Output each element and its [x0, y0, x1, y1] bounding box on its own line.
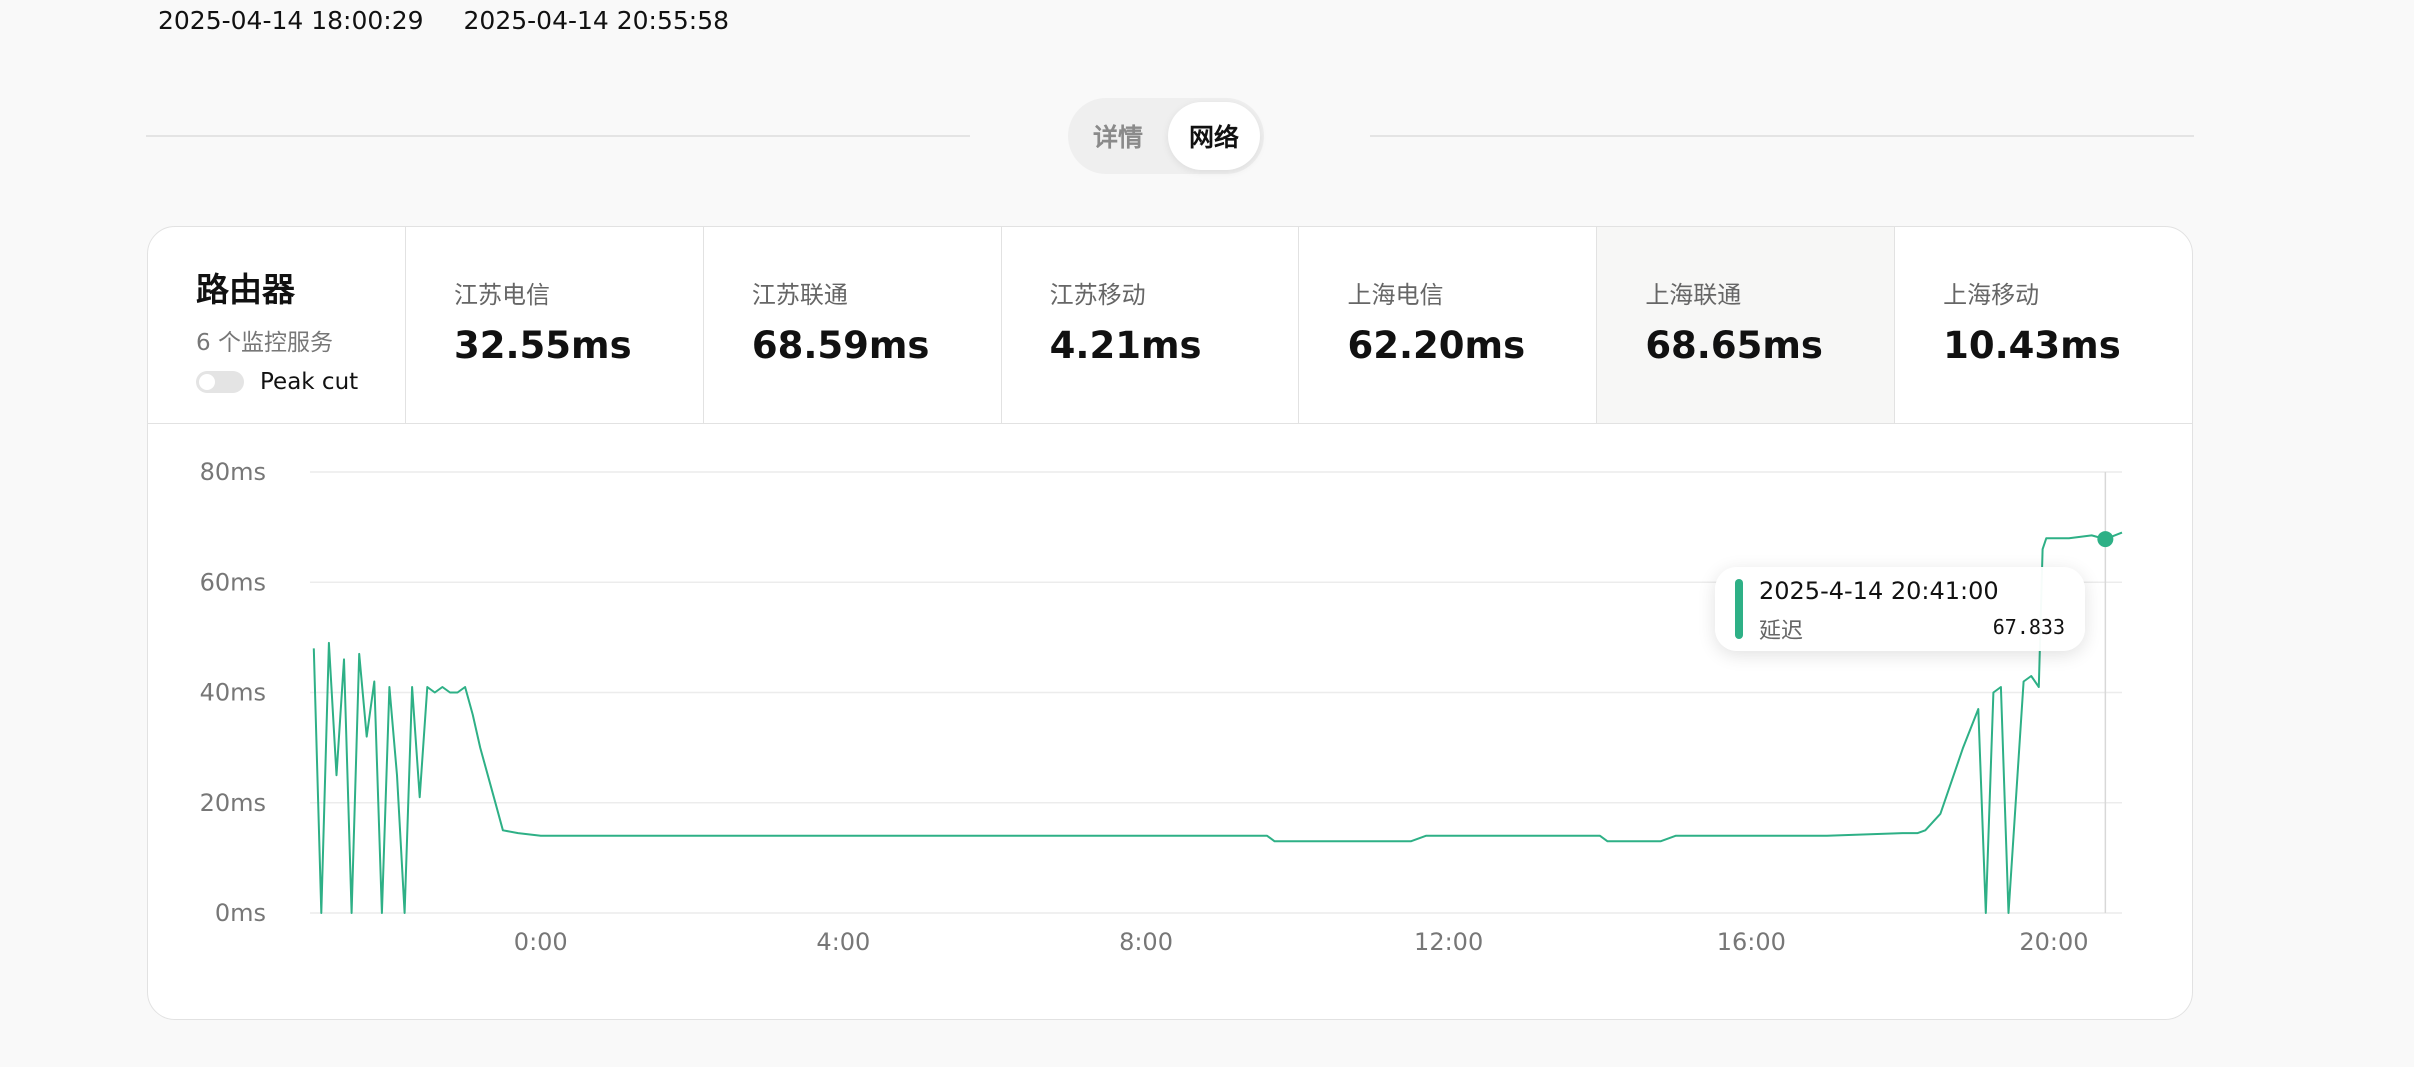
network-card: 路由器 6 个监控服务 Peak cut 江苏电信 32.55ms 江苏联通 6…	[147, 226, 2193, 1020]
stat-name: 江苏移动	[1049, 281, 1146, 309]
peak-cut: Peak cut	[196, 369, 405, 395]
latency-chart[interactable]: 80ms 60ms 40ms 20ms 0ms 0:00 4:00 8:00 12:00 16:0…	[148, 424, 2193, 1020]
tooltip-time: 2025-4-14 20:41:00	[1759, 577, 1999, 605]
x-tick-label: 0:00	[514, 928, 568, 956]
tab-network[interactable]: 网络	[1168, 102, 1260, 170]
stats-row: 路由器 6 个监控服务 Peak cut 江苏电信 32.55ms 江苏联通 6…	[148, 227, 2192, 424]
stat-name: 江苏电信	[454, 281, 550, 309]
tabs-row: 详情 网络	[146, 98, 2194, 174]
peak-cut-label: Peak cut	[260, 369, 359, 395]
latency-chart-area[interactable]: 80ms 60ms 40ms 20ms 0ms 0:00 4:00 8:00 12:00 16:0…	[148, 424, 2193, 1020]
stat-value: 68.65ms	[1645, 324, 1823, 367]
stat-name: 上海移动	[1943, 281, 2040, 309]
y-tick-label: 60ms	[200, 568, 266, 596]
chart-tooltip: 2025-4-14 20:41:00 延迟 67.833	[1715, 567, 2085, 651]
divider-left	[146, 135, 970, 137]
stat-value: 68.59ms	[751, 324, 930, 367]
stat-value: 32.55ms	[454, 324, 632, 367]
stat-monitor[interactable]: 江苏联通 68.59ms	[704, 227, 1002, 423]
end-time: 2025-04-14 20:55:58	[463, 6, 730, 35]
x-tick-label: 12:00	[1414, 928, 1483, 956]
time-range: 2025-04-14 18:00:29 2025-04-14 20:55:58	[158, 6, 729, 35]
start-time: 2025-04-14 18:00:29	[158, 6, 424, 35]
stat-monitor[interactable]: 上海电信 62.20ms	[1299, 227, 1598, 423]
stat-value: 10.43ms	[1943, 324, 2121, 367]
y-tick-label: 40ms	[200, 679, 266, 707]
divider-right	[1370, 135, 2194, 137]
stat-value: 4.21ms	[1049, 324, 1202, 367]
stat-value: 62.20ms	[1347, 324, 1526, 367]
server-name: 路由器	[196, 270, 295, 309]
stat-name: 上海电信	[1347, 281, 1444, 309]
y-tick-label: 0ms	[215, 899, 266, 927]
view-tabs: 详情 网络	[1068, 98, 1264, 174]
server-info: 路由器 6 个监控服务 Peak cut	[148, 227, 406, 423]
x-tick-label: 20:00	[2019, 928, 2088, 956]
tab-details[interactable]: 详情	[1072, 102, 1164, 170]
peak-cut-toggle[interactable]	[196, 371, 244, 393]
stat-monitor[interactable]: 江苏移动 4.21ms	[1002, 227, 1300, 423]
stat-name: 上海联通	[1645, 281, 1742, 309]
tooltip-color-marker	[1735, 579, 1743, 639]
y-tick-label: 80ms	[200, 458, 266, 486]
tooltip-label: 延迟	[1759, 619, 1804, 644]
stat-monitor[interactable]: 上海移动 10.43ms	[1895, 227, 2192, 423]
x-tick-label: 16:00	[1717, 928, 1786, 956]
stat-name: 江苏联通	[751, 281, 848, 309]
stat-monitor[interactable]: 江苏电信 32.55ms	[406, 227, 704, 423]
x-tick-label: 4:00	[816, 928, 870, 956]
x-tick-label: 8:00	[1119, 928, 1173, 956]
tooltip-value: 67.833	[1992, 615, 2065, 639]
hover-point	[2097, 531, 2114, 548]
server-subtitle: 6 个监控服务	[196, 330, 333, 356]
stat-monitor-selected[interactable]: 上海联通 68.65ms	[1597, 227, 1896, 423]
y-tick-label: 20ms	[200, 789, 266, 817]
